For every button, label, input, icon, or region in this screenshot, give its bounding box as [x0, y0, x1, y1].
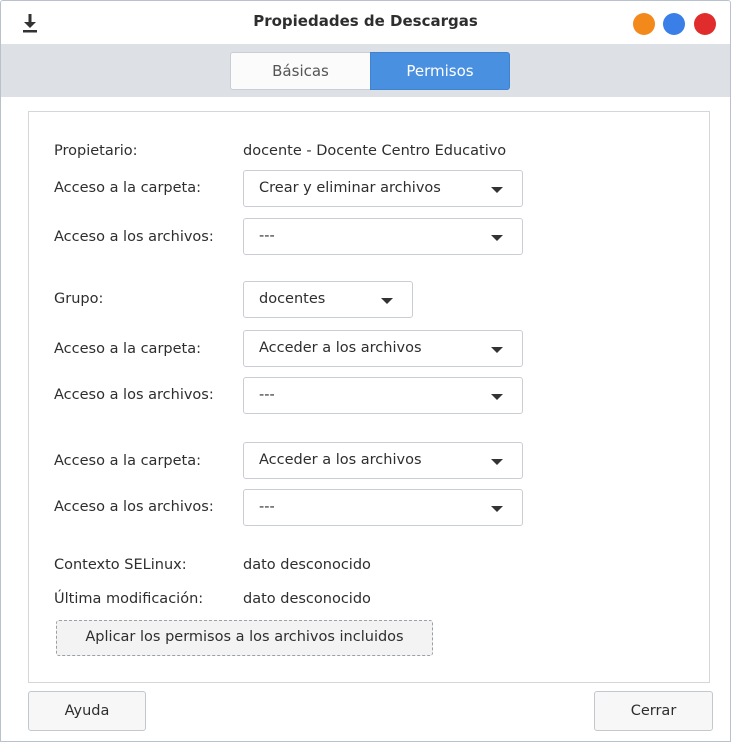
others-file-access-select[interactable]: --- [243, 489, 523, 526]
owner-label: Propietario: [54, 143, 138, 159]
others-folder-access-select[interactable]: Acceder a los archivos [243, 442, 523, 479]
minimize-button[interactable] [633, 13, 655, 35]
properties-window: Propiedades de Descargas Básicas Permiso… [0, 0, 731, 742]
dropdown-arrow-icon [491, 394, 503, 400]
tab-bar: Básicas Permisos [1, 44, 730, 97]
selinux-value: dato desconocido [243, 557, 371, 573]
modified-label: Última modificación: [54, 591, 204, 607]
group-folder-access-label: Acceso a la carpeta: [54, 341, 201, 357]
tab-permisos[interactable]: Permisos [370, 52, 510, 90]
maximize-button[interactable] [663, 13, 685, 35]
group-value: docentes [259, 291, 326, 307]
group-file-access-label: Acceso a los archivos: [54, 387, 214, 403]
owner-folder-access-label: Acceso a la carpeta: [54, 180, 201, 196]
others-file-access-value: --- [259, 499, 275, 515]
group-file-access-select[interactable]: --- [243, 377, 523, 414]
apply-permissions-button[interactable]: Aplicar los permisos a los archivos incl… [56, 620, 433, 656]
help-button[interactable]: Ayuda [28, 691, 146, 731]
group-folder-access-value: Acceder a los archivos [259, 340, 422, 356]
owner-file-access-select[interactable]: --- [243, 218, 523, 255]
owner-folder-access-value: Crear y eliminar archivos [259, 180, 441, 196]
close-window-button[interactable] [694, 13, 716, 35]
dropdown-arrow-icon [491, 235, 503, 241]
others-folder-access-label: Acceso a la carpeta: [54, 453, 201, 469]
owner-value: docente - Docente Centro Educativo [243, 143, 507, 159]
dropdown-arrow-icon [491, 459, 503, 465]
close-button[interactable]: Cerrar [594, 691, 713, 731]
window-title: Propiedades de Descargas [253, 12, 478, 30]
others-folder-access-value: Acceder a los archivos [259, 452, 422, 468]
selinux-label: Contexto SELinux: [54, 557, 187, 573]
modified-value: dato desconocido [243, 591, 371, 607]
others-file-access-label: Acceso a los archivos: [54, 499, 214, 515]
group-file-access-value: --- [259, 387, 275, 403]
tab-basicas[interactable]: Básicas [230, 52, 370, 90]
dropdown-arrow-icon [381, 298, 393, 304]
group-label: Grupo: [54, 291, 104, 307]
group-folder-access-select[interactable]: Acceder a los archivos [243, 330, 523, 367]
owner-folder-access-select[interactable]: Crear y eliminar archivos [243, 170, 523, 207]
title-bar[interactable]: Propiedades de Descargas [1, 1, 730, 44]
group-select[interactable]: docentes [243, 281, 413, 318]
owner-file-access-value: --- [259, 228, 275, 244]
dropdown-arrow-icon [491, 506, 503, 512]
owner-file-access-label: Acceso a los archivos: [54, 229, 214, 245]
dropdown-arrow-icon [491, 347, 503, 353]
dropdown-arrow-icon [491, 187, 503, 193]
